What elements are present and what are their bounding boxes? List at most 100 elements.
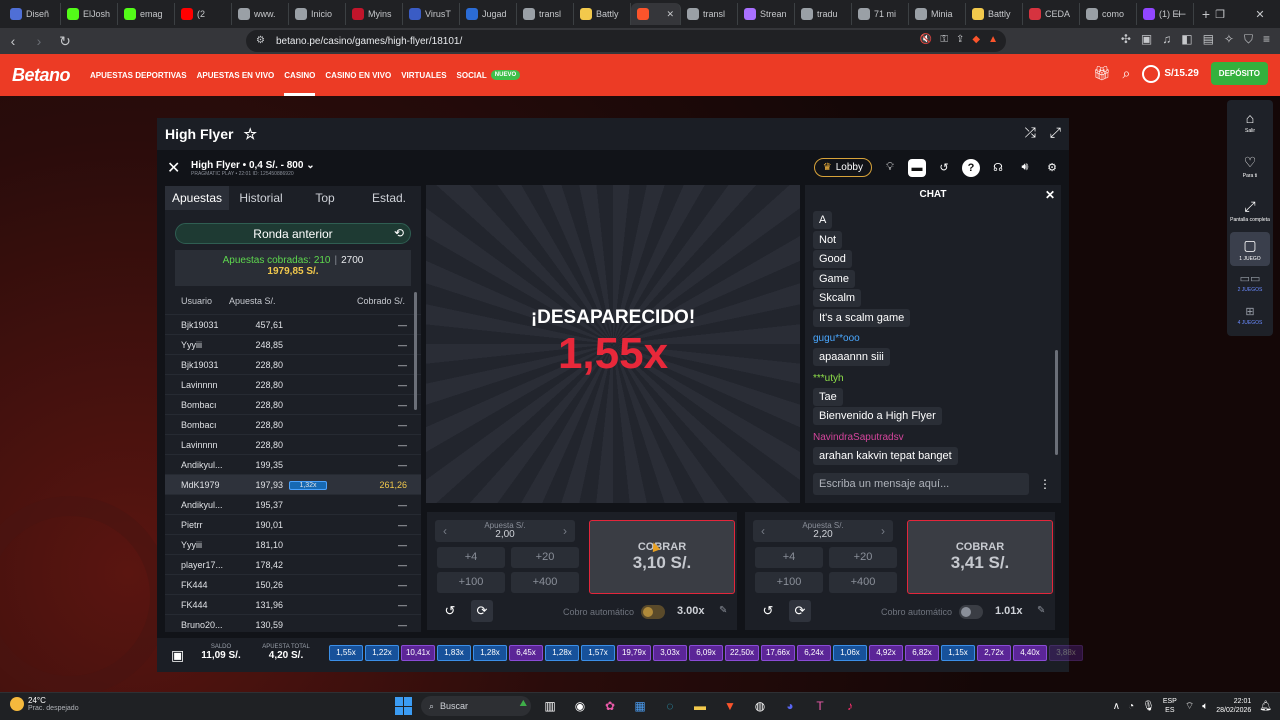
support-icon[interactable]: ☊: [989, 159, 1007, 177]
browser-tab[interactable]: emag: [118, 3, 175, 25]
menu-icon[interactable]: ≡: [1263, 32, 1270, 47]
undo-icon[interactable]: ↺: [439, 600, 461, 622]
browser-tab[interactable]: ElJosh: [61, 3, 118, 25]
close-game-icon[interactable]: ✕: [167, 158, 187, 178]
muted-icon[interactable]: 🔇: [920, 34, 932, 45]
tiktok-icon[interactable]: ♪: [839, 696, 861, 716]
browser-tab[interactable]: Myins: [346, 3, 403, 25]
brave-app-icon[interactable]: ▼: [719, 696, 741, 716]
undo-icon[interactable]: ↺: [757, 600, 779, 622]
chat-toggle-icon[interactable]: ▬: [908, 158, 926, 177]
quick-add-button[interactable]: +400: [511, 572, 579, 593]
share-icon[interactable]: ⇪: [956, 34, 964, 45]
music-icon[interactable]: ♫: [1162, 32, 1171, 47]
vpn-icon[interactable]: ⛉: [1244, 32, 1253, 47]
lobby-button[interactable]: ♛ Lobby: [813, 158, 872, 177]
auto-cashout-toggle[interactable]: [959, 605, 983, 619]
ai-icon[interactable]: ✧: [1224, 32, 1234, 47]
quick-add-button[interactable]: +20: [829, 547, 897, 568]
settings-gear-icon[interactable]: ⚙: [1043, 159, 1061, 177]
rail-item[interactable]: ⌂ Salir: [1227, 100, 1273, 144]
chat-more-icon[interactable]: ⋮: [1039, 477, 1051, 491]
autoplay-icon[interactable]: ⟳: [789, 600, 811, 622]
url-field[interactable]: ⚙ betano.pe/casino/games/high-flyer/1810…: [246, 30, 1006, 52]
quick-add-button[interactable]: +20: [511, 547, 579, 568]
browser-tab[interactable]: Diseñ: [4, 3, 61, 25]
auto-cashout-value[interactable]: 3.00x: [677, 605, 705, 617]
browser-tab[interactable]: Battly: [574, 3, 631, 25]
taskview-icon[interactable]: ▥: [539, 696, 561, 716]
sound-icon[interactable]: 🔊︎: [1016, 159, 1034, 177]
previous-round-button[interactable]: Ronda anterior ⟲: [175, 223, 411, 244]
browser-tab[interactable]: CEDA: [1023, 3, 1080, 25]
wallet-icon[interactable]: ▤: [1203, 32, 1214, 47]
search-icon[interactable]: ⌕: [1122, 65, 1130, 82]
nav-item[interactable]: APUESTAS EN VIVO: [197, 54, 275, 96]
account-balance[interactable]: S/15.29: [1142, 64, 1199, 83]
auto-cashout-value[interactable]: 1.01x: [995, 605, 1023, 617]
sidebar-icon[interactable]: ◧: [1181, 32, 1192, 47]
site-info-icon[interactable]: ⚙: [256, 35, 265, 46]
browser-tab[interactable]: Minia: [909, 3, 966, 25]
quick-add-button[interactable]: +400: [829, 572, 897, 593]
edit-pencil-icon[interactable]: ✎: [1037, 605, 1045, 616]
tray-chevron-icon[interactable]: ∧: [1113, 701, 1120, 712]
rail-item[interactable]: ▢ 1 JUEGO: [1230, 232, 1270, 266]
history-icon[interactable]: ↺: [935, 159, 953, 177]
favorite-star-icon[interactable]: ☆: [243, 125, 256, 143]
volume-icon[interactable]: 🔈︎: [1202, 701, 1208, 712]
quick-add-button[interactable]: +100: [437, 572, 505, 593]
browser-tab[interactable]: Jugad: [460, 3, 517, 25]
browser-tab[interactable]: 71 mi: [852, 3, 909, 25]
expand-icon[interactable]: ⤢: [1050, 124, 1061, 141]
notifications-icon[interactable]: 🔔︎: [1259, 701, 1272, 712]
brave-rewards-icon[interactable]: ▲: [988, 34, 998, 45]
browser-tab[interactable]: Inicio: [289, 3, 346, 25]
bets-scrollbar[interactable]: [414, 292, 417, 410]
back-icon[interactable]: ‹: [0, 33, 26, 49]
decrease-bet-icon[interactable]: ‹: [761, 524, 765, 538]
wifi-icon[interactable]: ⌔: [1185, 700, 1194, 713]
copilot-icon[interactable]: ✿: [599, 696, 621, 716]
browser-tab[interactable]: transl: [681, 3, 738, 25]
close-window-icon[interactable]: ✕: [1240, 8, 1280, 21]
start-windows-icon[interactable]: [395, 697, 413, 715]
taskbar-search[interactable]: ⌕ Buscar ⛰: [421, 696, 531, 716]
app-g-icon[interactable]: ◉: [569, 696, 591, 716]
increase-bet-icon[interactable]: ›: [563, 524, 567, 538]
discord-icon[interactable]: ◕: [779, 696, 801, 716]
nav-item[interactable]: SOCIAL NUEVO: [457, 54, 521, 96]
reload-icon[interactable]: ↻: [52, 33, 78, 50]
browser-tab[interactable]: como: [1080, 3, 1137, 25]
rail-item[interactable]: ♡ Para ti: [1227, 144, 1273, 188]
store-icon[interactable]: ▦: [629, 696, 651, 716]
app-t-icon[interactable]: T: [809, 696, 831, 716]
tab-top[interactable]: Top: [293, 186, 357, 210]
quick-add-button[interactable]: +4: [437, 547, 505, 568]
rail-item[interactable]: ⤢ Pantalla completa: [1227, 188, 1273, 232]
system-clock[interactable]: 22:01 28/02/2026: [1216, 697, 1251, 715]
tab-apuestas[interactable]: Apuestas: [165, 186, 229, 210]
forward-icon[interactable]: ›: [26, 33, 52, 49]
screenshot-icon[interactable]: ▣: [1141, 32, 1152, 47]
language-indicator[interactable]: ESP ES: [1163, 697, 1177, 715]
explorer-icon[interactable]: ▬: [689, 696, 711, 716]
game-limits[interactable]: High Flyer • 0,4 S/. - 800 ⌄: [191, 160, 315, 171]
edit-pencil-icon[interactable]: ✎: [719, 605, 727, 616]
browser-tab[interactable]: VirusT: [403, 3, 460, 25]
nav-item[interactable]: VIRTUALES: [401, 54, 446, 96]
nav-item[interactable]: CASINO: [284, 54, 316, 96]
browser-tab[interactable]: (2: [175, 3, 232, 25]
tab-close-icon[interactable]: ✕: [666, 9, 674, 20]
increase-bet-icon[interactable]: ›: [881, 524, 885, 538]
chat-input[interactable]: Escriba un mensaje aquí...: [813, 473, 1029, 495]
browser-tab[interactable]: www.: [232, 3, 289, 25]
tray-mic-icon[interactable]: 🎙︎: [1142, 701, 1155, 712]
gift-icon[interactable]: 🎁︎: [1093, 65, 1111, 82]
rail-item[interactable]: ⊞ 4 JUEGOS: [1227, 299, 1273, 332]
chat-close-icon[interactable]: ✕: [1045, 185, 1055, 205]
brave-shield-icon[interactable]: ◆: [972, 34, 980, 45]
rail-item[interactable]: ▭▭ 2 JUEGOS: [1227, 266, 1273, 299]
quick-add-button[interactable]: +4: [755, 547, 823, 568]
nav-item[interactable]: CASINO EN VIVO: [325, 54, 391, 96]
